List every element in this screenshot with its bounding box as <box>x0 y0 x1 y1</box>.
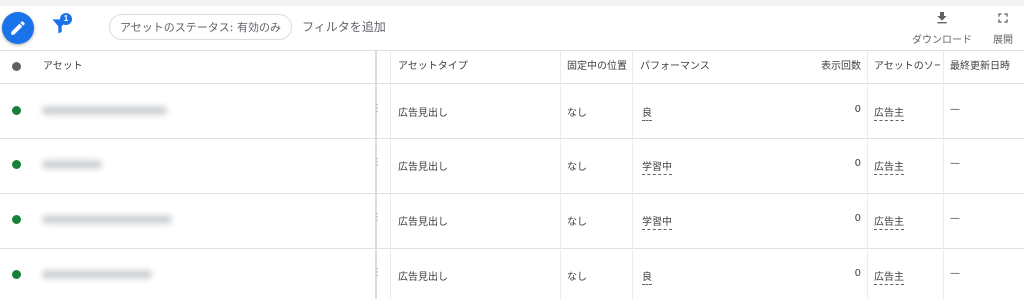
status-header-icon <box>12 62 21 71</box>
last-updated-cell: — <box>950 268 960 279</box>
row-divider <box>0 193 1024 194</box>
column-divider <box>867 51 868 299</box>
asset-text-redacted <box>42 160 102 169</box>
performance-cell[interactable]: 学習中 <box>642 217 672 230</box>
source-cell[interactable]: 広告主 <box>874 217 904 230</box>
column-header-asset-type[interactable]: アセットタイプ <box>398 51 468 83</box>
column-header-impressions[interactable]: 表示回数 <box>805 51 861 83</box>
asset-text-redacted <box>42 215 172 224</box>
source-cell[interactable]: 広告主 <box>874 272 904 285</box>
download-icon <box>937 12 947 24</box>
column-divider <box>943 51 944 299</box>
asset-type-cell: 広告見出し <box>398 108 448 119</box>
column-header-pinned-position[interactable]: 固定中の位置 <box>567 51 627 83</box>
asset-type-cell: 広告見出し <box>398 217 448 228</box>
impressions-cell: 0 <box>854 268 861 279</box>
column-divider <box>632 51 633 299</box>
pinned-cell: なし <box>567 217 587 228</box>
column-header-asset[interactable]: アセット <box>43 51 83 83</box>
table-toolbar: 1 アセットのステータス: 有効のみ フィルタを追加 ダウンロード 展開 <box>0 6 1024 50</box>
asset-text-redacted <box>42 106 167 115</box>
status-enabled-icon <box>12 106 21 115</box>
filter-count-badge: 1 <box>60 13 72 25</box>
fullscreen-icon <box>998 13 1008 23</box>
performance-cell[interactable]: 良 <box>642 108 652 121</box>
last-updated-cell: — <box>950 104 960 115</box>
pinned-cell: なし <box>567 162 587 173</box>
status-enabled-icon <box>12 215 21 224</box>
column-splitter[interactable] <box>375 51 377 299</box>
source-cell[interactable]: 広告主 <box>874 162 904 175</box>
column-header-last-updated[interactable]: 最終更新日時 <box>950 51 1010 83</box>
impressions-cell: 0 <box>854 104 861 115</box>
drag-handle-icon[interactable]: ⋮ <box>372 157 382 168</box>
pencil-icon <box>11 21 25 35</box>
edit-button[interactable] <box>2 12 34 44</box>
row-divider <box>0 138 1024 139</box>
asset-text-redacted <box>42 270 152 279</box>
column-header-performance[interactable]: パフォーマンス <box>640 51 710 83</box>
add-filter-button[interactable]: フィルタを追加 <box>302 14 386 40</box>
source-cell[interactable]: 広告主 <box>874 108 904 121</box>
status-filter-chip[interactable]: アセットのステータス: 有効のみ <box>109 14 292 40</box>
impressions-cell: 0 <box>854 213 861 224</box>
download-button[interactable]: ダウンロード <box>911 10 973 46</box>
asset-type-cell: 広告見出し <box>398 162 448 173</box>
drag-handle-icon[interactable]: ⋮ <box>372 212 382 223</box>
status-enabled-icon <box>12 160 21 169</box>
last-updated-cell: — <box>950 213 960 224</box>
pinned-cell: なし <box>567 108 587 119</box>
header-top-divider <box>0 50 1024 51</box>
performance-cell[interactable]: 学習中 <box>642 162 672 175</box>
pinned-cell: なし <box>567 272 587 283</box>
impressions-cell: 0 <box>854 158 861 169</box>
column-divider <box>560 51 561 299</box>
header-bottom-divider <box>0 83 1024 84</box>
drag-handle-icon[interactable]: ⋮ <box>372 267 382 278</box>
column-divider <box>390 51 391 299</box>
last-updated-cell: — <box>950 158 960 169</box>
row-divider <box>0 248 1024 249</box>
asset-type-cell: 広告見出し <box>398 272 448 283</box>
column-header-asset-source[interactable]: アセットのソー <box>874 51 940 83</box>
status-enabled-icon <box>12 270 21 279</box>
drag-handle-icon[interactable]: ⋮ <box>372 103 382 114</box>
download-label: ダウンロード <box>912 35 972 46</box>
expand-label: 展開 <box>993 35 1013 46</box>
performance-cell[interactable]: 良 <box>642 272 652 285</box>
expand-button[interactable]: 展開 <box>988 10 1018 46</box>
